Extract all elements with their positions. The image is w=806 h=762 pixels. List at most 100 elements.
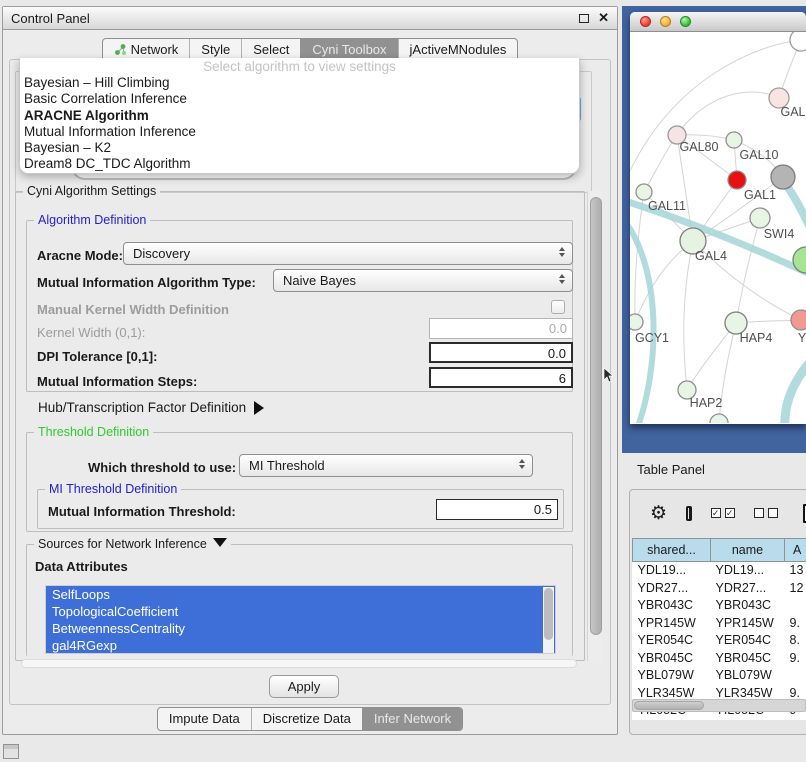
- minimize-traffic-light-icon[interactable]: [660, 16, 671, 27]
- column-header-shared[interactable]: shared...: [633, 539, 711, 562]
- tab-impute-data[interactable]: Impute Data: [158, 708, 251, 730]
- attribute-item-topologicalcoefficient[interactable]: TopologicalCoefficient: [46, 603, 555, 620]
- network-node[interactable]: [636, 184, 652, 200]
- algorithm-option-dream8-dc-tdc-algorithm[interactable]: Dream8 DC_TDC Algorithm: [20, 156, 579, 172]
- table-cell[interactable]: YER054C: [633, 632, 711, 650]
- mi-threshold-label: Mutual Information Threshold:: [48, 504, 236, 519]
- tab-label: Impute Data: [169, 711, 240, 726]
- network-node[interactable]: [630, 314, 643, 330]
- algorithm-option-basic-correlation-inference[interactable]: Basic Correlation Inference: [20, 91, 579, 107]
- kernel-width-label: Kernel Width (0,1):: [37, 325, 145, 340]
- table-cell[interactable]: YPR145W: [633, 615, 711, 633]
- manual-kernel-width-checkbox[interactable]: [551, 300, 565, 314]
- attribute-item-selfloops[interactable]: SelfLoops: [46, 586, 555, 603]
- table-cell[interactable]: YDR27...: [633, 580, 711, 598]
- algorithm-definition-title: Algorithm Definition: [34, 213, 150, 227]
- hub-definition-toggle[interactable]: Hub/Transcription Factor Definition: [38, 400, 264, 415]
- attribute-item-betweennesscentrality[interactable]: BetweennessCentrality: [46, 620, 555, 637]
- combo-arrows-icon: [559, 247, 565, 257]
- zoom-traffic-light-icon[interactable]: [680, 16, 691, 27]
- collapsed-panel-icon[interactable]: [3, 744, 19, 759]
- file-icon[interactable]: [803, 504, 806, 523]
- aracne-mode-select[interactable]: Discovery: [123, 242, 573, 265]
- table-cell[interactable]: YBR045C: [711, 650, 785, 668]
- table-cell[interactable]: [785, 597, 806, 615]
- mi-algorithm-type-label: Mutual Information Algorithm Type:: [37, 275, 256, 290]
- sources-group-title: Sources for Network Inference: [34, 537, 231, 551]
- node-table: shared...nameA YDL19...YDL19...13YDR27..…: [632, 538, 806, 720]
- network-node[interactable]: [728, 171, 746, 189]
- table-row[interactable]: YBL079WYBL079W: [633, 667, 806, 685]
- table-cell[interactable]: 13: [785, 562, 806, 580]
- select-all-columns-icon[interactable]: ✓✓: [711, 508, 735, 518]
- table-row[interactable]: YDR27...YDR27...12: [633, 580, 806, 598]
- algorithm-popup-placeholder: Select algorithm to view settings: [20, 58, 579, 75]
- column-header-a[interactable]: A: [785, 539, 806, 562]
- settings-vertical-scrollbar[interactable]: [587, 191, 602, 661]
- table-horizontal-scrollbar[interactable]: [632, 699, 806, 712]
- table-panel-title: Table Panel: [622, 453, 806, 486]
- table-cell[interactable]: YDL19...: [633, 562, 711, 580]
- table-cell[interactable]: 12: [785, 580, 806, 598]
- node-label-swi4: SWI4: [764, 227, 795, 241]
- cyni-algorithm-settings-group: Cyni Algorithm Settings Algorithm Defini…: [15, 191, 585, 661]
- table-cell[interactable]: YER054C: [711, 632, 785, 650]
- table-row[interactable]: YDL19...YDL19...13: [633, 562, 806, 580]
- tab-infer-network[interactable]: Infer Network: [362, 708, 462, 730]
- mi-algorithm-type-select[interactable]: Naive Bayes: [273, 269, 573, 292]
- apply-button[interactable]: Apply: [269, 675, 339, 698]
- table-cell[interactable]: YPR145W: [711, 615, 785, 633]
- collapse-down-icon[interactable]: [213, 538, 227, 547]
- table-cell[interactable]: YDL19...: [711, 562, 785, 580]
- mi-steps-field[interactable]: 6: [429, 367, 573, 388]
- list-scrollbar[interactable]: [543, 587, 554, 653]
- float-panel-icon[interactable]: [579, 14, 589, 23]
- table-cell[interactable]: YBR045C: [633, 650, 711, 668]
- table-row[interactable]: YPR145WYPR145W9.: [633, 615, 806, 633]
- table-cell[interactable]: YBL079W: [711, 667, 785, 685]
- table-cell[interactable]: YBR043C: [633, 597, 711, 615]
- table-row[interactable]: YBR043CYBR043C: [633, 597, 806, 615]
- network-node[interactable]: [750, 208, 770, 228]
- network-node[interactable]: [726, 132, 742, 148]
- aracne-mode-value: Discovery: [133, 246, 190, 261]
- tab-discretize-data[interactable]: Discretize Data: [251, 708, 362, 730]
- network-thick-edges: [630, 180, 806, 423]
- algorithm-option-bayesian-k2[interactable]: Bayesian – K2: [20, 140, 579, 156]
- algorithm-option-bayesian-hill-climbing[interactable]: Bayesian – Hill Climbing: [20, 75, 579, 91]
- column-header-name[interactable]: name: [711, 539, 785, 562]
- table-row[interactable]: YER054CYER054C8.: [633, 632, 806, 650]
- settings-horizontal-scrollbar[interactable]: [21, 659, 577, 668]
- close-traffic-light-icon[interactable]: [640, 16, 651, 27]
- expand-right-icon[interactable]: [254, 401, 264, 415]
- aracne-mode-label: Aracne Mode:: [37, 248, 123, 263]
- deselect-all-columns-icon[interactable]: [754, 508, 778, 518]
- node-label-gal80: GAL80: [680, 140, 719, 154]
- attribute-item-gal4rgexp[interactable]: gal4RGexp: [46, 637, 555, 654]
- table-cell[interactable]: YBR043C: [711, 597, 785, 615]
- split-panel-icon[interactable]: [686, 506, 692, 521]
- algorithm-option-mutual-information-inference[interactable]: Mutual Information Inference: [20, 124, 579, 140]
- table-cell[interactable]: 9.: [785, 650, 806, 668]
- table-cell[interactable]: [785, 667, 806, 685]
- dpi-tolerance-field[interactable]: 0.0: [429, 342, 573, 363]
- network-node[interactable]: [791, 310, 806, 330]
- algorithm-option-aracne-algorithm[interactable]: ARACNE Algorithm: [20, 108, 579, 124]
- network-node[interactable]: [790, 32, 806, 51]
- mi-threshold-group: MI Threshold Definition Mutual Informati…: [37, 489, 564, 529]
- network-node[interactable]: [710, 414, 728, 423]
- table-cell[interactable]: YBL079W: [633, 667, 711, 685]
- table-cell[interactable]: 8.: [785, 632, 806, 650]
- manual-kernel-width-label: Manual Kernel Width Definition: [37, 302, 229, 317]
- table-row[interactable]: YBR045CYBR045C9.: [633, 650, 806, 668]
- which-threshold-select[interactable]: MI Threshold: [239, 454, 533, 477]
- network-canvas[interactable]: GALGAL80GAL10GAL1GAL11SWI4GAL4GCY1HAP4YH…: [630, 32, 806, 423]
- kernel-width-field[interactable]: 0.0: [429, 318, 573, 339]
- close-icon[interactable]: ✕: [598, 13, 609, 23]
- table-cell[interactable]: 9.: [785, 615, 806, 633]
- threshold-definition-title: Threshold Definition: [34, 425, 153, 439]
- mi-threshold-field[interactable]: 0.5: [436, 499, 558, 520]
- gear-icon[interactable]: ⚙: [650, 504, 667, 523]
- network-node[interactable]: [771, 165, 795, 189]
- table-cell[interactable]: YDR27...: [711, 580, 785, 598]
